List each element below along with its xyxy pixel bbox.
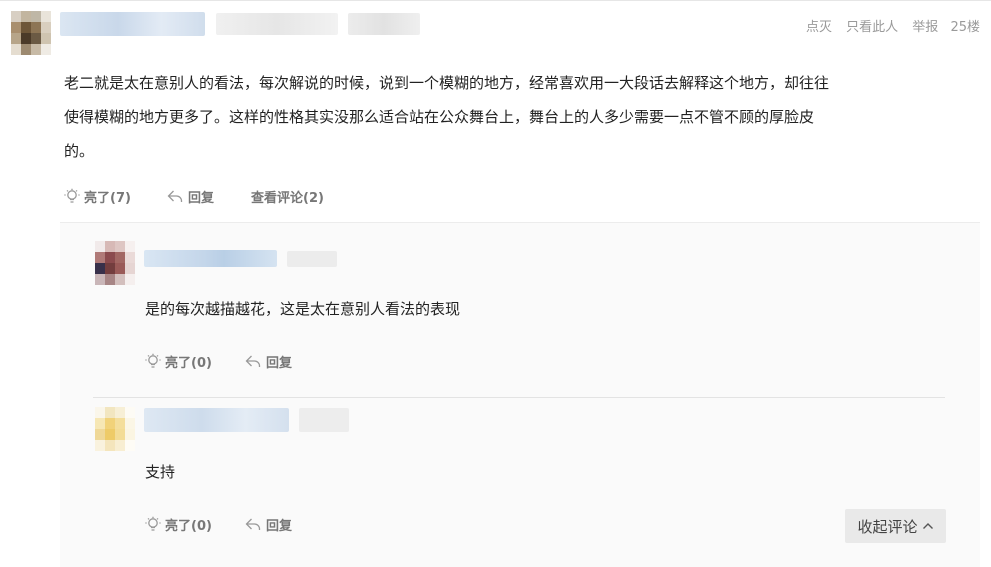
floor-number: 25楼 (950, 20, 980, 35)
like-button[interactable]: 亮了(7) (64, 187, 131, 206)
reply-arrow-icon (245, 518, 261, 530)
reply-reply-label: 回复 (266, 519, 293, 534)
reply-arrow-icon (167, 190, 183, 202)
reply-label: 回复 (188, 191, 215, 206)
reply-content: 是的每次越描越花，这是太在意别人看法的表现 (145, 300, 461, 318)
reply-username-blurred[interactable] (144, 250, 277, 267)
view-comments-button[interactable]: 查看评论(2) (251, 187, 324, 206)
username-blurred[interactable] (60, 12, 205, 36)
lightbulb-icon (64, 188, 80, 203)
top-divider (0, 0, 991, 1)
reply-like-button[interactable]: 亮了(0) (145, 352, 212, 371)
reply-reply-button[interactable]: 回复 (245, 515, 292, 534)
reply-divider (93, 397, 945, 398)
post-content: 老二就是太在意别人的看法，每次解说的时候，说到一个模糊的地方，经常喜欢用一大段话… (64, 74, 830, 160)
reply-reply-label: 回复 (266, 356, 293, 371)
lightbulb-icon (145, 353, 161, 368)
reply-reply-button[interactable]: 回复 (245, 352, 292, 371)
user-meta-blurred (216, 13, 338, 35)
reply-like-count: 亮了(0) (165, 519, 212, 534)
timestamp-blurred (348, 13, 420, 35)
reply-time-blurred (299, 408, 349, 432)
reply-content: 支持 (145, 463, 176, 481)
reply-avatar[interactable] (95, 407, 135, 451)
reply-username-blurred[interactable] (144, 408, 289, 432)
collapse-label: 收起评论 (857, 517, 918, 536)
like-count: 亮了(7) (84, 191, 131, 206)
reply-avatar[interactable] (95, 241, 135, 285)
view-comments-label: 查看评论(2) (251, 191, 324, 206)
reply-button[interactable]: 回复 (167, 187, 214, 206)
collapse-comments-button[interactable]: 收起评论 (845, 509, 946, 543)
user-avatar[interactable] (11, 11, 51, 55)
reply-time-blurred (287, 251, 337, 267)
reply-like-count: 亮了(0) (165, 356, 212, 371)
reply-like-button[interactable]: 亮了(0) (145, 515, 212, 534)
floor-meta: 点灭 只看此人 举报 25楼 (796, 16, 980, 35)
chevron-up-icon (922, 523, 933, 529)
reply-arrow-icon (245, 355, 261, 367)
lightbulb-icon (145, 516, 161, 531)
report-button[interactable]: 举报 (912, 20, 938, 35)
only-author-button[interactable]: 只看此人 (846, 20, 898, 35)
dim-button[interactable]: 点灭 (806, 20, 832, 35)
